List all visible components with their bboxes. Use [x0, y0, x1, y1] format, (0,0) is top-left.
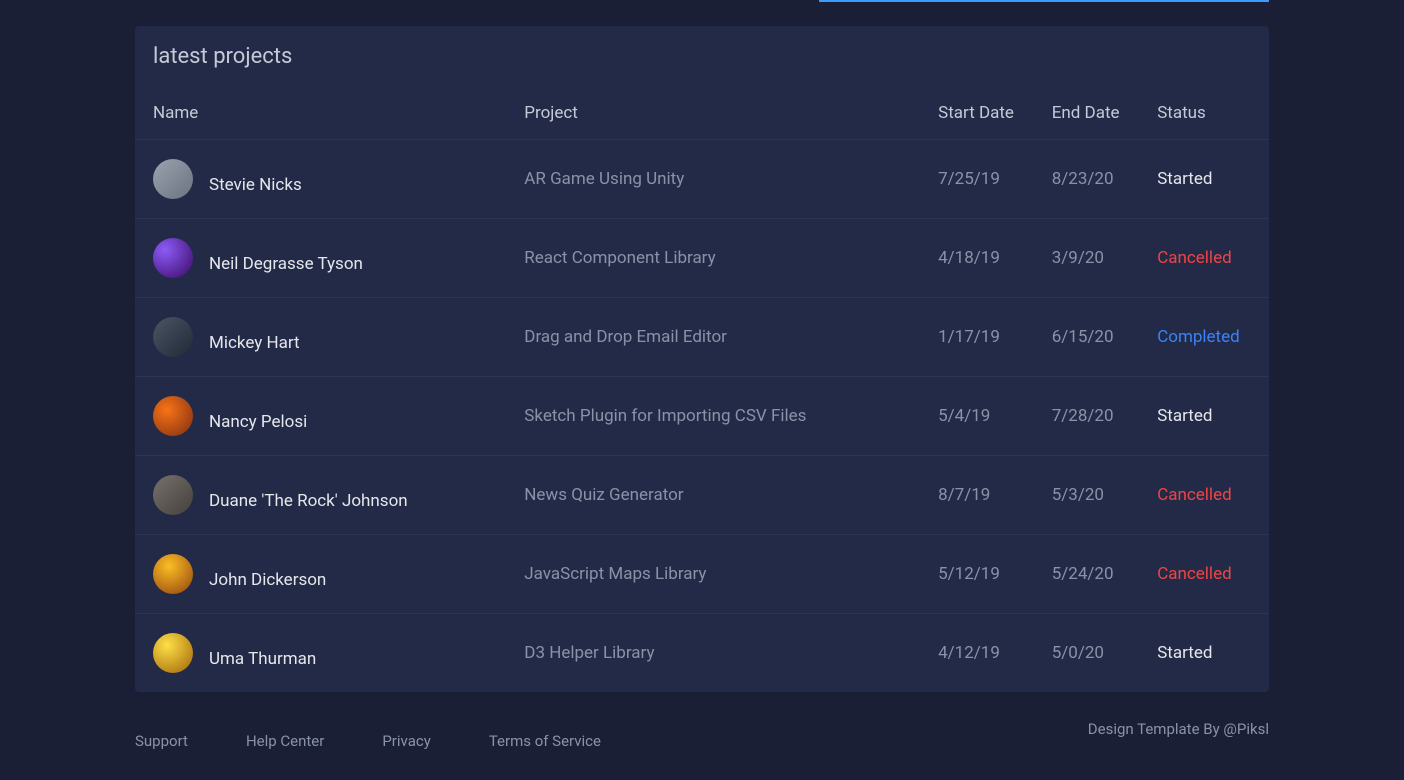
status-badge: Cancelled [1143, 456, 1269, 535]
status-badge: Started [1143, 377, 1269, 456]
footer-link-help-center[interactable]: Help Center [246, 720, 324, 750]
start-date: 4/12/19 [924, 614, 1038, 693]
end-date: 5/24/20 [1038, 535, 1143, 614]
start-date: 5/4/19 [924, 377, 1038, 456]
avatar [153, 317, 193, 357]
name-cell: Duane 'The Rock' Johnson [135, 456, 510, 535]
table-row[interactable]: Uma Thurman D3 Helper Library4/12/195/0/2… [135, 614, 1269, 693]
name-cell: Stevie Nicks [135, 140, 510, 219]
status-badge: Started [1143, 614, 1269, 693]
project-name: JavaScript Maps Library [510, 535, 924, 614]
footer-link-support[interactable]: Support [135, 720, 188, 750]
start-date: 8/7/19 [924, 456, 1038, 535]
table-row[interactable]: John Dickerson JavaScript Maps Library5/1… [135, 535, 1269, 614]
person-name: Uma Thurman [209, 649, 316, 669]
start-date: 4/18/19 [924, 219, 1038, 298]
page-footer: Support Help Center Privacy Terms of Servic… [0, 692, 1404, 750]
table-row[interactable]: Neil Degrasse Tyson React Component Libra… [135, 219, 1269, 298]
table-header-row: Name Project Start Date End Date Status [135, 87, 1269, 140]
name-cell: Mickey Hart [135, 298, 510, 377]
project-name: Sketch Plugin for Importing CSV Files [510, 377, 924, 456]
column-header-status[interactable]: Status [1143, 87, 1269, 140]
table-row[interactable]: Mickey Hart Drag and Drop Email Editor1/1… [135, 298, 1269, 377]
person-name: Neil Degrasse Tyson [209, 254, 363, 274]
end-date: 7/28/20 [1038, 377, 1143, 456]
column-header-end-date[interactable]: End Date [1038, 87, 1143, 140]
end-date: 3/9/20 [1038, 219, 1143, 298]
person-name: Nancy Pelosi [209, 412, 307, 432]
footer-links: Support Help Center Privacy Terms of Servic… [135, 720, 601, 750]
name-cell: Nancy Pelosi [135, 377, 510, 456]
end-date: 5/0/20 [1038, 614, 1143, 693]
avatar [153, 633, 193, 673]
status-badge: Cancelled [1143, 219, 1269, 298]
project-name: News Quiz Generator [510, 456, 924, 535]
status-badge: Cancelled [1143, 535, 1269, 614]
avatar [153, 475, 193, 515]
projects-table: Name Project Start Date End Date Status … [135, 87, 1269, 692]
project-name: D3 Helper Library [510, 614, 924, 693]
start-date: 5/12/19 [924, 535, 1038, 614]
project-name: Drag and Drop Email Editor [510, 298, 924, 377]
name-cell: Uma Thurman [135, 614, 510, 693]
end-date: 6/15/20 [1038, 298, 1143, 377]
table-row[interactable]: Stevie Nicks AR Game Using Unity7/25/198/… [135, 140, 1269, 219]
end-date: 8/23/20 [1038, 140, 1143, 219]
column-header-name[interactable]: Name [135, 87, 510, 140]
project-name: React Component Library [510, 219, 924, 298]
footer-link-terms-of-service[interactable]: Terms of Service [489, 720, 601, 750]
start-date: 1/17/19 [924, 298, 1038, 377]
accent-bar [819, 0, 1269, 2]
top-bar-accent-wrapper [0, 0, 1404, 8]
table-row[interactable]: Duane 'The Rock' Johnson News Quiz Genera… [135, 456, 1269, 535]
avatar [153, 238, 193, 278]
name-cell: John Dickerson [135, 535, 510, 614]
avatar [153, 554, 193, 594]
avatar [153, 159, 193, 199]
person-name: Duane 'The Rock' Johnson [209, 491, 408, 511]
name-cell: Neil Degrasse Tyson [135, 219, 510, 298]
table-row[interactable]: Nancy Pelosi Sketch Plugin for Importing … [135, 377, 1269, 456]
end-date: 5/3/20 [1038, 456, 1143, 535]
person-name: John Dickerson [209, 570, 326, 590]
card-title: latest projects [135, 26, 1269, 87]
column-header-project[interactable]: Project [510, 87, 924, 140]
start-date: 7/25/19 [924, 140, 1038, 219]
column-header-start-date[interactable]: Start Date [924, 87, 1038, 140]
footer-link-privacy[interactable]: Privacy [382, 720, 430, 750]
footer-credit: Design Template By @Piksl [1088, 720, 1269, 738]
project-name: AR Game Using Unity [510, 140, 924, 219]
person-name: Stevie Nicks [209, 175, 302, 195]
avatar [153, 396, 193, 436]
latest-projects-card: latest projects Name Project Start Date … [135, 26, 1269, 692]
status-badge: Completed [1143, 298, 1269, 377]
person-name: Mickey Hart [209, 333, 300, 353]
status-badge: Started [1143, 140, 1269, 219]
